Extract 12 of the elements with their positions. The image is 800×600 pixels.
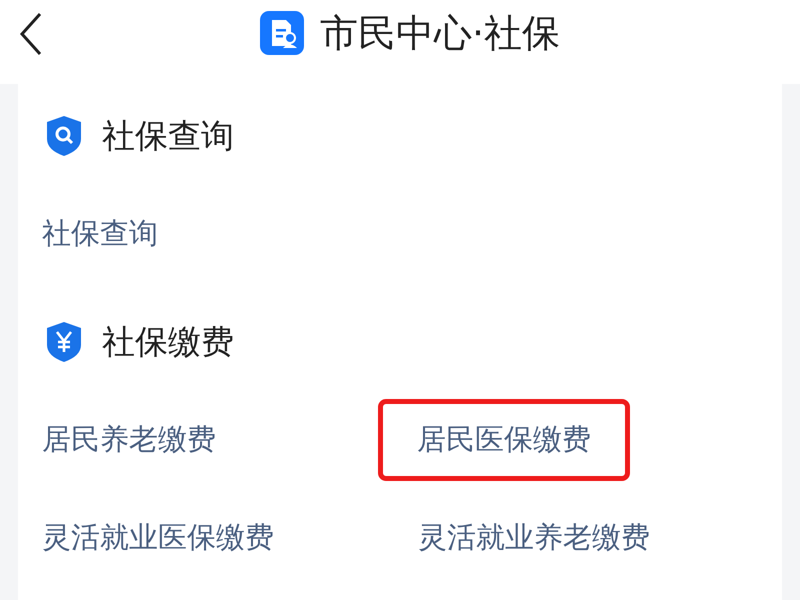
service-link[interactable]: 灵活就业养老缴费 <box>418 500 650 576</box>
yen-shield-icon <box>46 321 82 363</box>
section-title: 社保查询 <box>102 114 234 156</box>
app-logo-icon <box>260 11 304 55</box>
back-icon[interactable] <box>18 12 44 56</box>
service-link[interactable]: 居民医保缴费 <box>378 399 630 481</box>
search-shield-icon <box>46 115 82 157</box>
service-link[interactable]: 灵活就业医保缴费 <box>42 500 274 576</box>
page-title: 市民中心·社保 <box>320 10 560 56</box>
section-title: 社保缴费 <box>102 320 234 362</box>
service-link[interactable]: 社保查询 <box>42 196 158 272</box>
service-link[interactable]: 居民养老缴费 <box>42 402 216 478</box>
